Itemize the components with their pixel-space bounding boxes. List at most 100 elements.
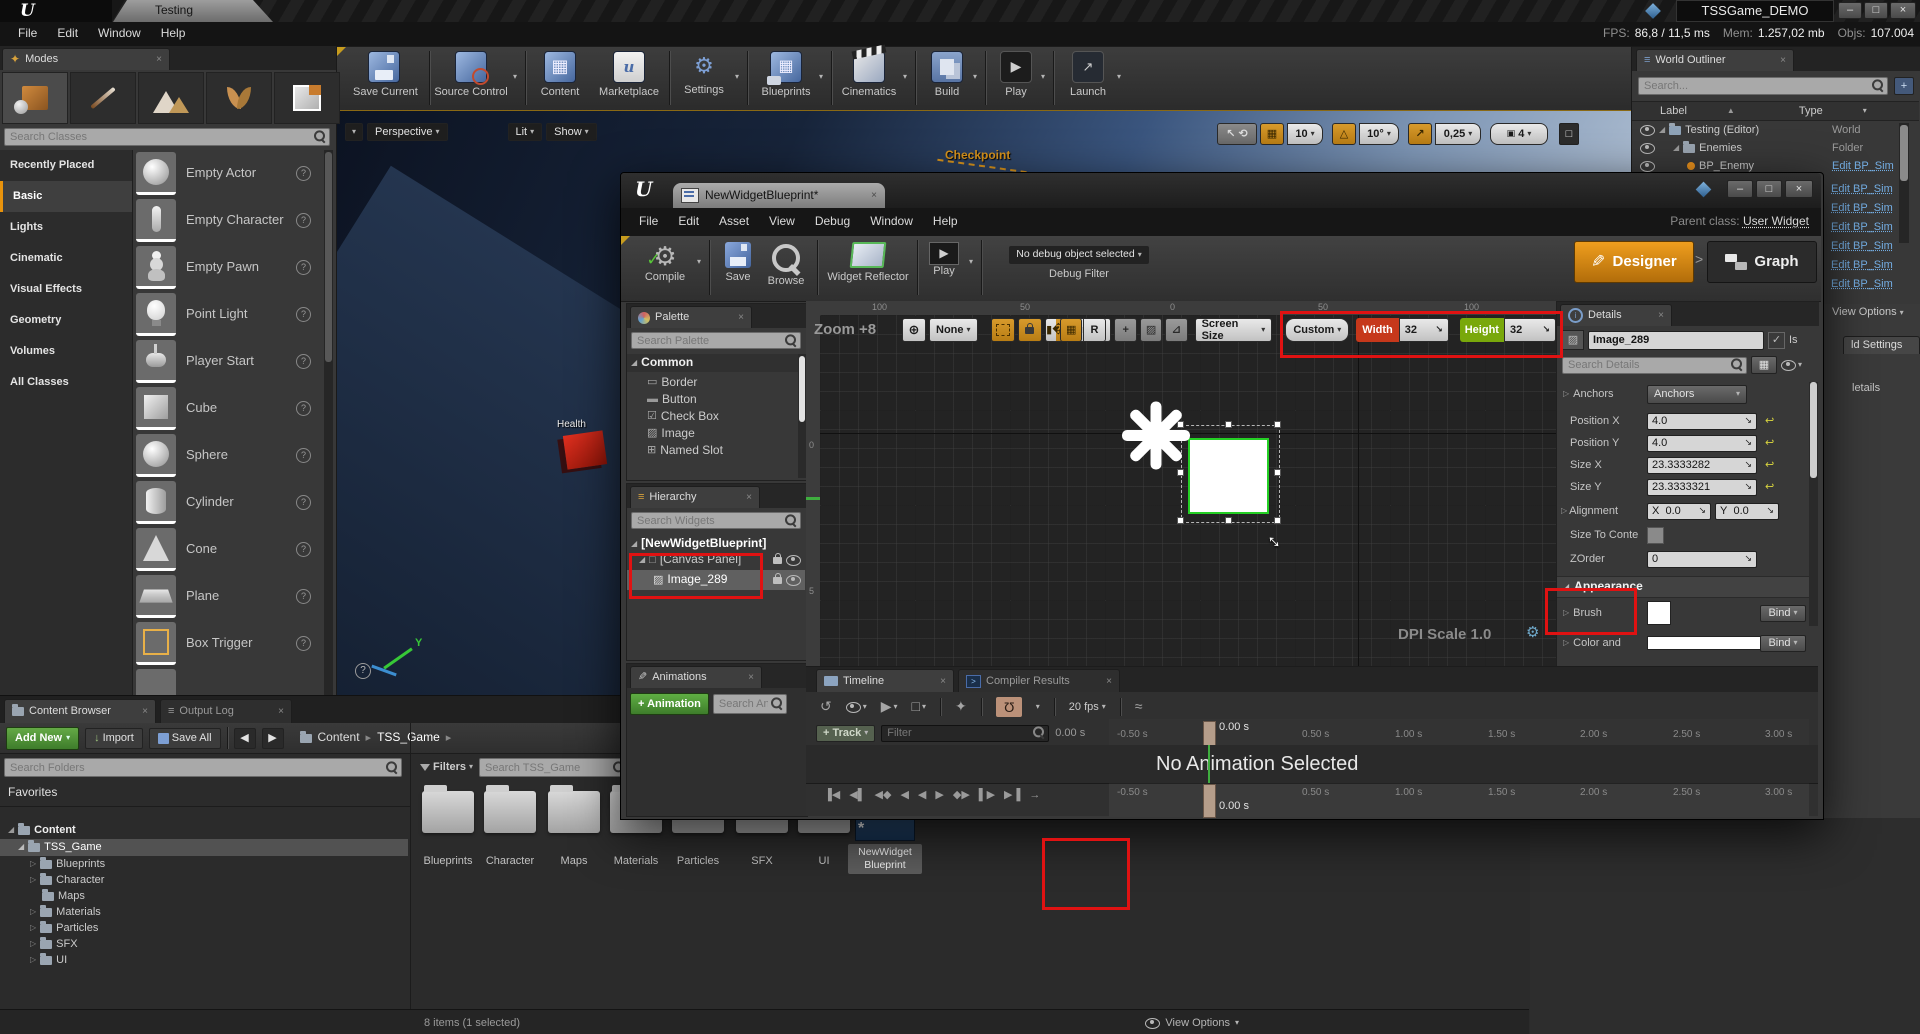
menu-edit[interactable]: Edit bbox=[47, 23, 88, 44]
snapping-toggle[interactable]: Ω bbox=[996, 697, 1022, 717]
loop-icon[interactable]: → bbox=[1029, 789, 1040, 801]
tree-item-sfx[interactable]: ▷SFX bbox=[0, 936, 408, 952]
timeline-ruler-top[interactable]: -0.50 s 0.50 s 1.00 s 1.50 s 2.00 s 2.50… bbox=[1109, 719, 1809, 746]
palette-item-image[interactable]: ▨Image bbox=[627, 425, 797, 442]
property-matrix-icon[interactable]: ▦ bbox=[1751, 356, 1777, 374]
placeable-player-start[interactable]: Player Start ? bbox=[132, 338, 322, 385]
minimize-button[interactable]: – bbox=[1727, 180, 1753, 198]
graph-tab[interactable]: Graph bbox=[1707, 241, 1817, 283]
grid-snap-icon[interactable]: ▦ bbox=[1260, 123, 1284, 145]
resize-handle[interactable] bbox=[1274, 421, 1281, 428]
close-icon[interactable]: × bbox=[1106, 676, 1112, 687]
select-edit-options-icon[interactable]: □▾ bbox=[912, 699, 926, 714]
is-variable-checkbox[interactable]: ✓ bbox=[1768, 332, 1785, 349]
world-settings-tab-fragment[interactable]: ld Settings bbox=[1843, 336, 1920, 354]
mode-paint[interactable] bbox=[70, 72, 136, 124]
lit-button[interactable]: Lit▾ bbox=[508, 123, 543, 141]
position-y-field[interactable]: 4.0↘ bbox=[1647, 435, 1757, 452]
resize-handle[interactable] bbox=[1225, 421, 1232, 428]
to-end-icon[interactable]: ▶▐ bbox=[1004, 789, 1020, 801]
placeable-cube[interactable]: Cube ? bbox=[132, 385, 322, 432]
resize-handle[interactable] bbox=[1274, 469, 1281, 476]
close-button[interactable]: × bbox=[1785, 180, 1813, 198]
palette-item-button[interactable]: ▬Button bbox=[627, 391, 797, 408]
cinematics-button[interactable]: Cinematics bbox=[837, 51, 901, 98]
save-all-button[interactable]: Save All bbox=[149, 728, 221, 749]
close-icon[interactable]: × bbox=[142, 706, 148, 717]
flow-direction-dropdown[interactable]: None▾ bbox=[929, 318, 978, 342]
tree-content-root[interactable]: ◢ Content bbox=[0, 822, 408, 839]
app-tab-testing[interactable]: Testing bbox=[113, 0, 273, 22]
prev-key-icon[interactable]: ◀◆ bbox=[875, 789, 892, 801]
tree-tss-game[interactable]: ◢ TSS_Game bbox=[0, 839, 408, 856]
zorder-field[interactable]: 0↘ bbox=[1647, 551, 1757, 568]
blueprints-button[interactable]: ▦ Blueprints bbox=[755, 51, 817, 98]
minimize-button[interactable]: – bbox=[1838, 2, 1862, 19]
tree-item-materials[interactable]: ▷Materials bbox=[0, 904, 408, 920]
debug-object-dropdown[interactable]: No debug object selected▾ bbox=[1009, 246, 1149, 264]
breadcrumb-tss-game[interactable]: TSS_Game bbox=[377, 731, 440, 744]
scale-snap-value[interactable]: 0,25▾ bbox=[1435, 123, 1481, 145]
timeline-tab[interactable]: Timeline × bbox=[816, 669, 954, 692]
lock-widgets-toggle[interactable] bbox=[1018, 318, 1042, 342]
visibility-eye-icon[interactable] bbox=[1640, 125, 1655, 136]
wbp-menu-view[interactable]: View bbox=[759, 211, 805, 232]
search-folders[interactable] bbox=[4, 758, 402, 777]
compile-dropdown-icon[interactable]: ▾ bbox=[697, 258, 701, 267]
height-value[interactable]: 32↘ bbox=[1504, 318, 1556, 342]
snap-grid-toggle[interactable]: ▦ bbox=[1060, 318, 1082, 342]
launch-dropdown-icon[interactable]: ▾ bbox=[1117, 73, 1121, 82]
details-scrollbar[interactable] bbox=[1809, 382, 1818, 626]
help-icon[interactable]: ? bbox=[296, 542, 311, 557]
edit-bp-link[interactable]: Edit BP_Sim bbox=[1831, 259, 1893, 271]
outliner-row-world[interactable]: ◢ Testing (Editor) World bbox=[1632, 121, 1892, 139]
resize-handle[interactable] bbox=[1274, 517, 1281, 524]
edit-bp-link[interactable]: Edit BP_Sim bbox=[1831, 183, 1893, 195]
perspective-button[interactable]: Perspective▾ bbox=[367, 123, 448, 141]
visibility-eye-icon[interactable] bbox=[1640, 143, 1655, 154]
fps-dropdown[interactable]: 20 fps▾ bbox=[1069, 701, 1106, 713]
placeable-empty-pawn[interactable]: Empty Pawn ? bbox=[132, 244, 322, 291]
alignment-y-field[interactable]: Y 0.0↘ bbox=[1715, 503, 1779, 520]
content-button[interactable]: ▦ Content bbox=[531, 51, 589, 98]
tree-item-particles[interactable]: ▷Particles bbox=[0, 920, 408, 936]
menu-window[interactable]: Window bbox=[88, 23, 151, 44]
lock-icon[interactable] bbox=[773, 557, 782, 564]
flip-preview-icon[interactable]: ⊿ bbox=[1165, 318, 1187, 342]
settings-button[interactable]: ⚙ Settings bbox=[675, 51, 733, 96]
help-icon[interactable]: ? bbox=[296, 636, 311, 651]
category-volumes[interactable]: Volumes bbox=[0, 336, 132, 367]
breadcrumb-content[interactable]: Content bbox=[318, 731, 360, 744]
rotation-snap-value[interactable]: 10°▾ bbox=[1359, 123, 1399, 145]
category-visual-effects[interactable]: Visual Effects bbox=[0, 274, 132, 305]
placeable-plane[interactable]: Plane ? bbox=[132, 573, 322, 620]
menu-file[interactable]: File bbox=[8, 23, 47, 44]
wbp-menu-edit[interactable]: Edit bbox=[668, 211, 709, 232]
tree-item-ui[interactable]: ▷UI bbox=[0, 952, 408, 968]
help-icon[interactable]: ? bbox=[296, 448, 311, 463]
palette-item-border[interactable]: ▭Border bbox=[627, 374, 797, 391]
menu-help[interactable]: Help bbox=[151, 23, 196, 44]
preview-background-icon[interactable]: ▨ bbox=[1140, 318, 1162, 342]
help-icon[interactable]: ? bbox=[296, 589, 311, 604]
browse-button[interactable]: Browse bbox=[763, 242, 809, 287]
edit-bp-link[interactable]: Edit BP_Sim bbox=[1831, 278, 1893, 290]
r-toggle[interactable]: R bbox=[1083, 318, 1106, 342]
content-browser-tab[interactable]: Content Browser × bbox=[4, 699, 156, 723]
help-icon[interactable]: ? bbox=[296, 260, 311, 275]
close-icon[interactable]: × bbox=[156, 54, 162, 65]
palette-search[interactable] bbox=[631, 332, 801, 349]
timeline-ruler-bottom[interactable]: -0.50 s 0.50 s 1.00 s 1.50 s 2.00 s 2.50… bbox=[1109, 783, 1809, 817]
asset-folder-character[interactable]: Character bbox=[482, 791, 538, 867]
play-reverse-icon[interactable]: ◀ bbox=[918, 789, 926, 801]
build-button[interactable]: Build bbox=[923, 51, 971, 98]
search-assets[interactable] bbox=[479, 758, 629, 777]
add-animation-button[interactable]: + Animation bbox=[630, 693, 709, 715]
color-bind-button[interactable]: Bind▾ bbox=[1760, 635, 1806, 652]
hierarchy-root[interactable]: ◢ [NewWidgetBlueprint] bbox=[627, 536, 805, 552]
wbp-menu-file[interactable]: File bbox=[629, 211, 668, 232]
brush-swatch[interactable] bbox=[1647, 601, 1671, 625]
tree-item-maps[interactable]: Maps bbox=[0, 888, 408, 904]
edit-bp-link[interactable]: Edit BP_Sim bbox=[1831, 221, 1893, 233]
show-button[interactable]: Show▾ bbox=[546, 123, 597, 141]
